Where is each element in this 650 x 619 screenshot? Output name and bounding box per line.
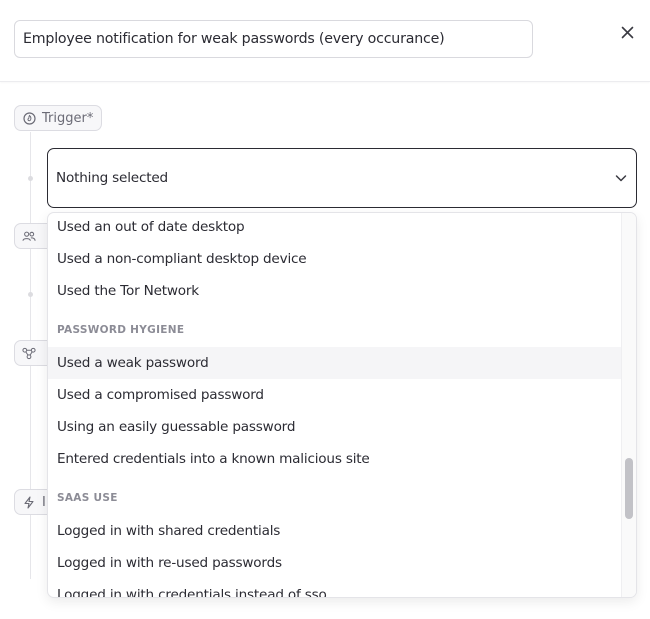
close-icon xyxy=(621,26,633,38)
dropdown-scrollbar[interactable] xyxy=(621,213,636,597)
trigger-select[interactable]: Nothing selected xyxy=(47,148,637,208)
option-guessable-password[interactable]: Using an easily guessable password xyxy=(48,411,622,443)
option-malicious-site-credentials[interactable]: Entered credentials into a known malicio… xyxy=(48,443,622,475)
trigger-select-value: Nothing selected xyxy=(56,170,168,186)
option-reused-passwords[interactable]: Logged in with re-used passwords xyxy=(48,547,622,579)
fire-icon xyxy=(22,111,36,125)
workflow-title-input[interactable] xyxy=(14,20,533,58)
group-saas-use: SAAS USE xyxy=(57,492,118,504)
option-shared-credentials[interactable]: Logged in with shared credentials xyxy=(48,515,622,547)
trigger-dropdown[interactable]: Used an out of date desktop Used a non-c… xyxy=(47,212,637,598)
option-non-compliant-desktop[interactable]: Used a non-compliant desktop device xyxy=(48,243,622,275)
lightning-icon xyxy=(22,495,36,509)
users-icon xyxy=(22,229,36,243)
group-password-hygiene: PASSWORD HYGIENE xyxy=(57,324,185,336)
option-credentials-instead-of-sso[interactable]: Logged in with credentials instead of ss… xyxy=(48,579,622,597)
option-weak-password[interactable]: Used a weak password xyxy=(48,347,622,379)
header xyxy=(0,0,650,82)
dropdown-scroll-thumb[interactable] xyxy=(625,458,633,519)
chevron-down-icon xyxy=(615,175,627,182)
timeline-dot xyxy=(28,176,33,181)
trigger-label: Trigger* xyxy=(42,110,94,126)
close-button[interactable] xyxy=(617,22,637,42)
workflow-icon xyxy=(22,346,36,360)
option-tor-network[interactable]: Used the Tor Network xyxy=(48,275,622,307)
trigger-pill[interactable]: Trigger* xyxy=(14,105,103,131)
action-step-label: I xyxy=(42,494,46,510)
timeline-dot xyxy=(28,292,33,297)
option-out-of-date-desktop[interactable]: Used an out of date desktop xyxy=(48,213,622,243)
option-compromised-password[interactable]: Used a compromised password xyxy=(48,379,622,411)
